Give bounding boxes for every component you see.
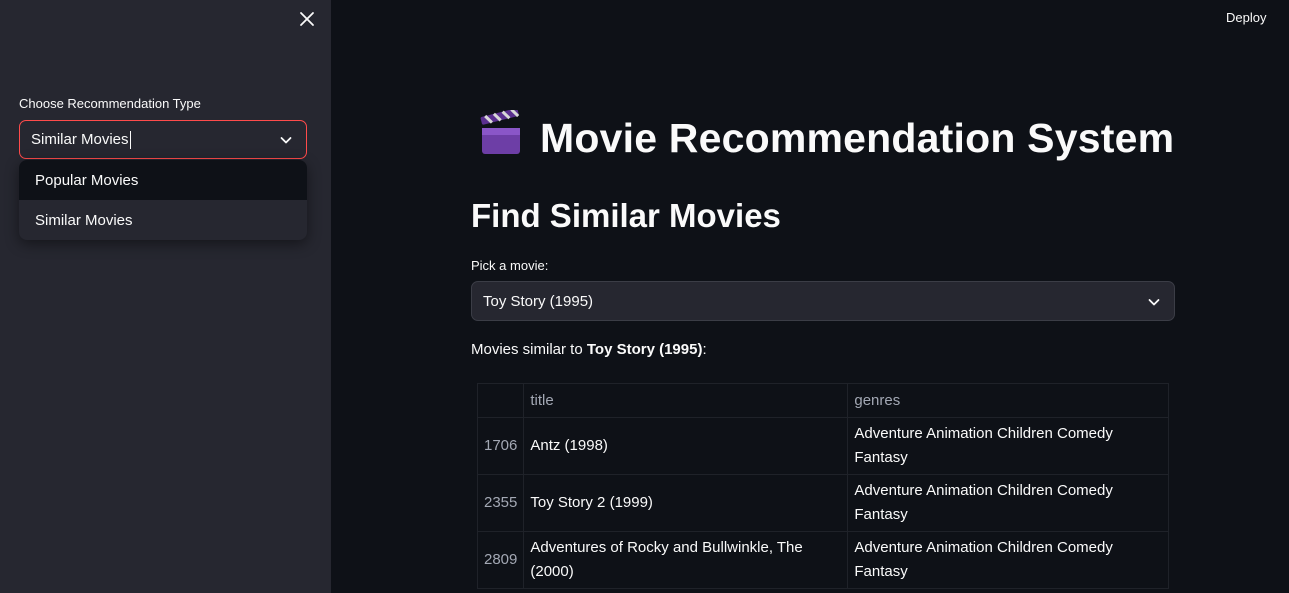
chevron-down-icon <box>1148 299 1160 306</box>
cell-genres[interactable]: Adventure Animation Children Comedy Fant… <box>847 474 1169 532</box>
similar-suffix: : <box>702 341 707 358</box>
table-row[interactable]: 2809 Adventures of Rocky and Bullwinkle,… <box>476 531 1169 589</box>
sidebar: Choose Recommendation Type Similar Movie… <box>0 0 331 593</box>
close-icon <box>300 12 314 26</box>
table-header-row: title genres <box>476 383 1169 418</box>
recommendation-type-select[interactable]: Similar Movies <box>19 120 307 159</box>
option-similar-movies[interactable]: Similar Movies <box>19 200 307 240</box>
recommendation-type-label: Choose Recommendation Type <box>19 96 201 111</box>
cell-title[interactable]: Adventures of Rocky and Bullwinkle, The … <box>523 531 849 589</box>
index-column-header <box>476 383 525 418</box>
cell-title[interactable]: Toy Story 2 (1999) <box>523 474 849 532</box>
chevron-down-icon <box>280 137 292 144</box>
similar-movies-caption: Movies similar to Toy Story (1995): <box>471 341 707 358</box>
movie-select[interactable]: Toy Story (1995) <box>471 281 1175 321</box>
deploy-button[interactable]: Deploy <box>1218 8 1274 27</box>
column-header-title[interactable]: title <box>523 383 849 418</box>
table-row[interactable]: 2355 Toy Story 2 (1999) Adventure Animat… <box>476 474 1169 532</box>
cell-title[interactable]: Antz (1998) <box>523 417 849 475</box>
movie-select-value[interactable]: Toy Story (1995) <box>483 293 593 310</box>
recommendation-type-dropdown: Popular Movies Similar Movies <box>19 160 307 240</box>
pick-movie-label: Pick a movie: <box>471 258 549 273</box>
cell-genres[interactable]: Adventure Animation Children Comedy Fant… <box>847 417 1169 475</box>
column-header-genres[interactable]: genres <box>847 383 1169 418</box>
table-row[interactable]: 1706 Antz (1998) Adventure Animation Chi… <box>476 417 1169 475</box>
results-table[interactable]: title genres 1706 Antz (1998) Adventure … <box>476 383 1169 589</box>
similar-movie-name: Toy Story (1995) <box>586 341 703 358</box>
cell-genres[interactable]: Adventure Animation Children Comedy Fant… <box>847 531 1169 589</box>
section-heading: Find Similar Movies <box>471 197 781 234</box>
clapperboard-icon <box>478 108 524 166</box>
row-index: 2809 <box>476 531 525 589</box>
text-cursor <box>129 130 131 149</box>
page-title: Movie Recommendation System <box>478 108 1175 166</box>
page-title-text: Movie Recommendation System <box>540 114 1175 161</box>
option-popular-movies[interactable]: Popular Movies <box>19 160 307 200</box>
close-sidebar-button[interactable] <box>297 9 317 29</box>
similar-prefix: Movies similar to <box>471 341 583 358</box>
row-index: 1706 <box>476 417 525 475</box>
recommendation-type-value[interactable]: Similar Movies <box>31 131 129 148</box>
row-index: 2355 <box>476 474 525 532</box>
